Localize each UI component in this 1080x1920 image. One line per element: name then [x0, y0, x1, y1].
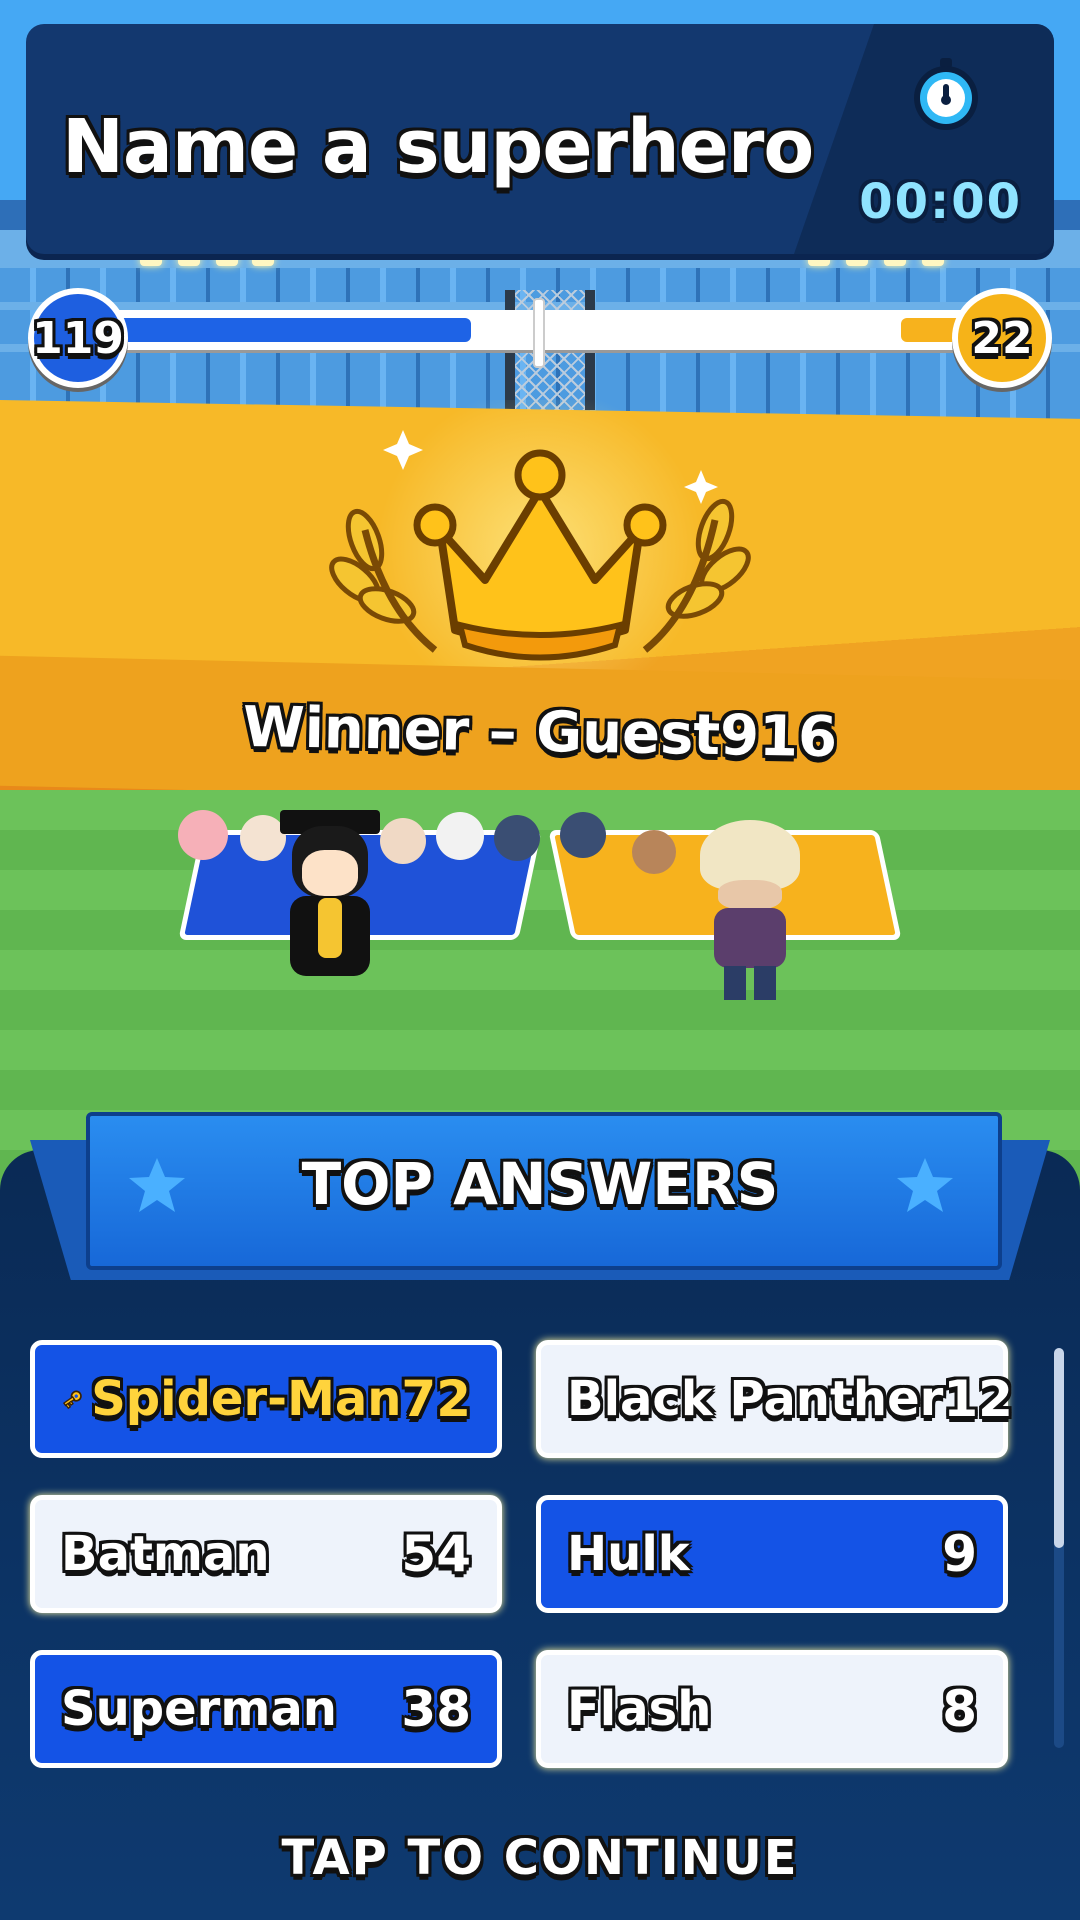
goal-net — [505, 290, 595, 410]
stadium-light — [884, 252, 906, 266]
answer-card-1: Spider-Man 72 — [30, 1340, 502, 1458]
player-avatar — [380, 818, 426, 864]
question-text: Name a superhero — [62, 104, 814, 190]
stopwatch-icon — [914, 58, 978, 130]
stadium-light — [216, 252, 238, 266]
stadium-light — [178, 252, 200, 266]
answer-count: 9 — [942, 1525, 977, 1583]
blue-team-score: 119 — [28, 288, 128, 388]
player-avatar — [632, 830, 676, 874]
answer-count: 72 — [401, 1370, 471, 1428]
stadium-light — [808, 252, 830, 266]
answer-name: Spider-Man — [91, 1371, 402, 1427]
blue-team-fill — [110, 318, 471, 342]
graduate-character — [280, 810, 380, 1000]
player-avatar — [436, 812, 484, 860]
answer-count: 12 — [943, 1370, 1013, 1428]
answer-name: Black Panther — [567, 1371, 944, 1427]
answer-count: 38 — [401, 1680, 471, 1738]
hat-character — [700, 820, 800, 1000]
crown-icon — [329, 430, 751, 661]
key-icon — [62, 1390, 82, 1410]
answer-card-3: Batman 54 — [30, 1495, 502, 1613]
answer-name: Hulk — [567, 1526, 690, 1582]
top-answers-title: TOP ANSWERS — [301, 1150, 779, 1218]
answer-name: Batman — [61, 1526, 270, 1582]
tap-to-continue-button[interactable]: TAP TO CONTINUE — [0, 1830, 1080, 1886]
score-progress-bar — [50, 298, 1030, 368]
scrollbar-thumb[interactable] — [1054, 1348, 1064, 1548]
player-avatar — [494, 815, 540, 861]
countdown-timer: 00:00 — [859, 174, 1022, 230]
stadium-light — [922, 252, 944, 266]
stadium-light — [846, 252, 868, 266]
answer-card-4: Hulk 9 — [536, 1495, 1008, 1613]
stadium-light — [140, 252, 162, 266]
answer-card-6: Flash 8 — [536, 1650, 1008, 1768]
center-marker — [533, 298, 545, 368]
player-avatar — [178, 810, 228, 860]
orange-team-score: 22 — [952, 288, 1052, 388]
answer-count: 54 — [401, 1525, 471, 1583]
answer-count: 8 — [942, 1680, 977, 1738]
answer-card-5: Superman 38 — [30, 1650, 502, 1768]
answer-name: Flash — [567, 1681, 712, 1737]
stadium-light — [252, 252, 274, 266]
player-avatar — [560, 812, 606, 858]
answer-card-2: Black Panther 12 — [536, 1340, 1013, 1458]
answer-name: Superman — [61, 1681, 337, 1737]
question-header: Name a superhero 00:00 — [26, 24, 1054, 254]
